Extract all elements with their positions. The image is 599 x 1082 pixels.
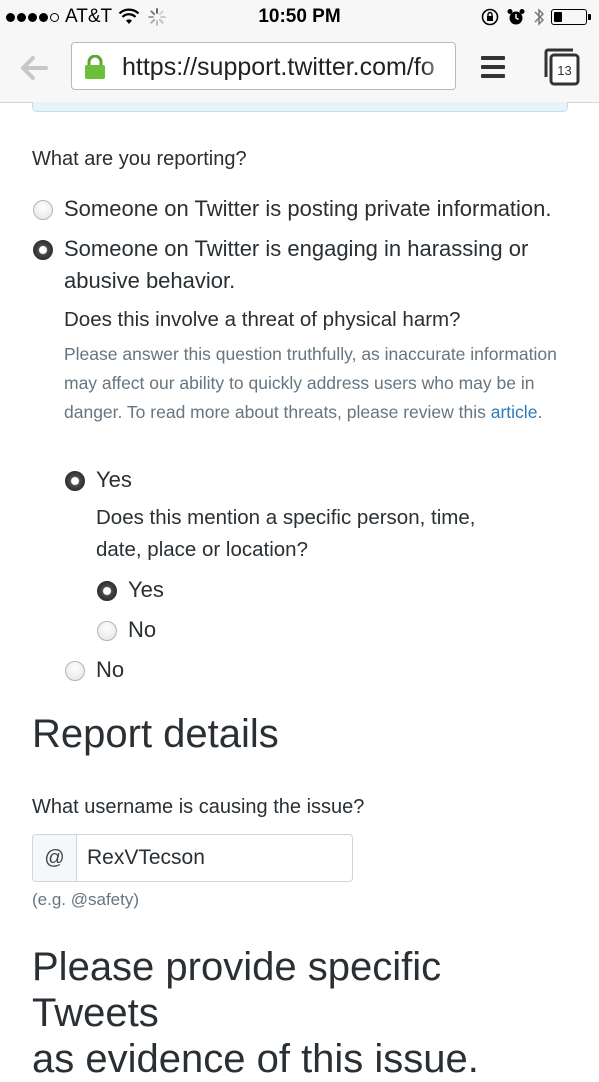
threat-question: Does this involve a threat of physical h…: [64, 308, 461, 331]
info-box-edge: [32, 102, 568, 112]
threat-help-text: Please answer this question truthfully, …: [64, 340, 564, 427]
evidence-heading-line2: as evidence of this issue.: [32, 1037, 479, 1081]
option-private-info-label[interactable]: Someone on Twitter is posting private in…: [64, 193, 552, 225]
specific-question-line2: date, place or location?: [96, 538, 308, 561]
username-question: What username is causing the issue?: [32, 796, 365, 818]
option-harassment-line2: abusive behavior.: [64, 268, 236, 293]
help-text: Please answer this question truthfully, …: [64, 344, 557, 422]
username-example: (e.g. @safety): [32, 890, 140, 909]
status-icons: [481, 6, 591, 28]
lock-icon: [85, 55, 105, 79]
address-bar[interactable]: https://support.twitter.com/fo: [71, 42, 456, 90]
username-field[interactable]: @ RexVTecson: [32, 834, 353, 882]
orientation-lock-icon: [481, 8, 499, 26]
battery-icon: [551, 9, 591, 25]
bluetooth-icon: [534, 8, 545, 26]
status-bar: AT&T 10:50 PM: [0, 0, 599, 34]
radio-threat-yes[interactable]: [65, 471, 85, 491]
specific-no-label[interactable]: No: [128, 614, 156, 646]
evidence-heading: Please provide specific Tweets as eviden…: [32, 944, 572, 1082]
specific-question-line1: Does this mention a specific person, tim…: [96, 506, 476, 529]
help-text-end: .: [537, 402, 543, 422]
threat-yes-label[interactable]: Yes: [96, 464, 132, 496]
radio-private-info[interactable]: [33, 200, 53, 220]
reporting-question: What are you reporting?: [32, 148, 247, 170]
radio-threat-no[interactable]: [65, 661, 85, 681]
specific-yes-label[interactable]: Yes: [128, 574, 164, 606]
battery-level: [554, 12, 562, 22]
browser-toolbar: https://support.twitter.com/fo 13: [0, 34, 599, 103]
option-harassment-line1: Someone on Twitter is engaging in harass…: [64, 236, 529, 261]
report-details-heading: Report details: [32, 712, 279, 756]
threat-no-label[interactable]: No: [96, 654, 124, 686]
option-harassment-label[interactable]: Someone on Twitter is engaging in harass…: [64, 233, 528, 297]
username-input[interactable]: RexVTecson: [87, 846, 205, 870]
radio-specific-no[interactable]: [97, 621, 117, 641]
back-arrow-icon[interactable]: [16, 50, 52, 86]
at-prefix: @: [33, 835, 77, 881]
tabs-button[interactable]: 13: [543, 47, 581, 87]
article-link[interactable]: article: [491, 402, 538, 422]
specific-question: Does this mention a specific person, tim…: [96, 502, 475, 566]
radio-harassment[interactable]: [33, 240, 53, 260]
radio-specific-yes[interactable]: [97, 581, 117, 601]
menu-icon[interactable]: [478, 52, 508, 82]
tab-count: 13: [557, 63, 572, 78]
url-text: https://support.twitter.com/fo: [122, 53, 435, 81]
evidence-heading-line1: Please provide specific Tweets: [32, 945, 442, 1035]
alarm-icon: [507, 9, 525, 25]
